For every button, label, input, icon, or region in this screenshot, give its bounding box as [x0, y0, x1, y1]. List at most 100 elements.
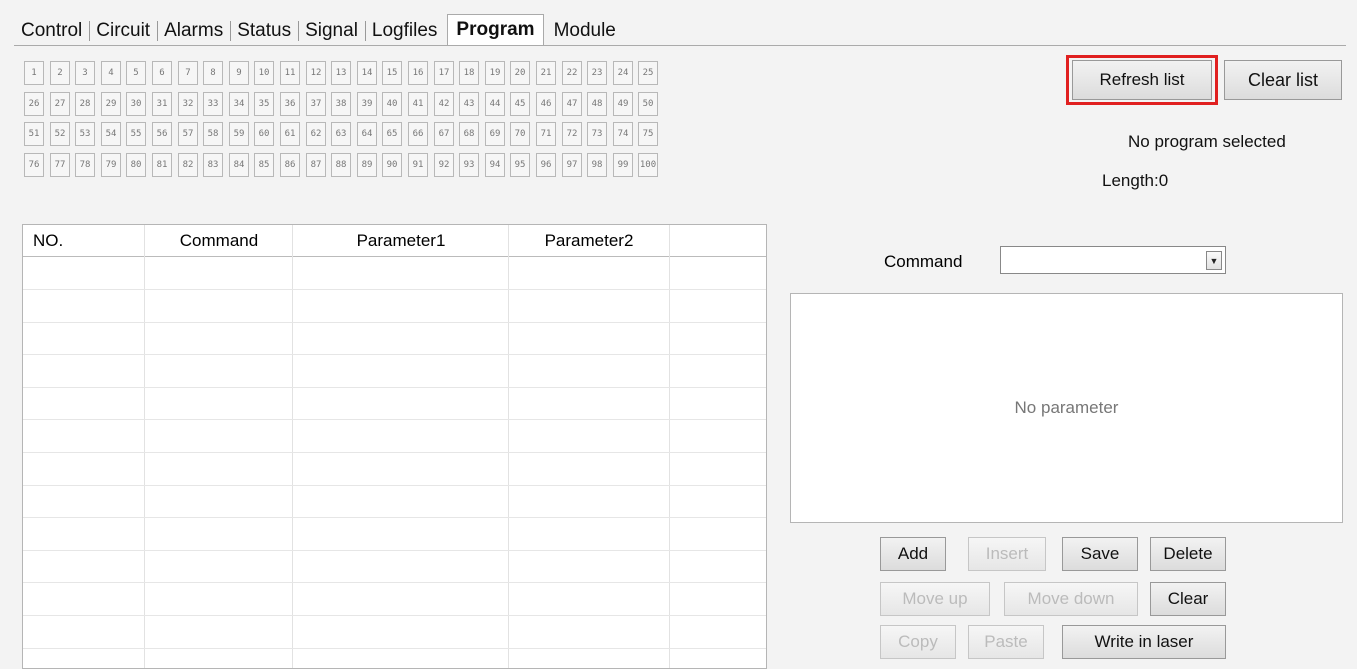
program-slot-button[interactable]: 35 [254, 92, 274, 116]
program-slot-button[interactable]: 71 [536, 122, 556, 146]
program-slot-button[interactable]: 59 [229, 122, 249, 146]
program-slot-button[interactable]: 55 [126, 122, 146, 146]
program-slot-button[interactable]: 28 [75, 92, 95, 116]
program-slot-button[interactable]: 90 [382, 153, 402, 177]
program-slot-button[interactable]: 79 [101, 153, 121, 177]
program-slot-button[interactable]: 26 [24, 92, 44, 116]
program-slot-button[interactable]: 95 [510, 153, 530, 177]
program-slot-button[interactable]: 46 [536, 92, 556, 116]
chevron-down-icon[interactable]: ▼ [1206, 251, 1222, 270]
program-slot-button[interactable]: 38 [331, 92, 351, 116]
program-slot-button[interactable]: 74 [613, 122, 633, 146]
program-slot-button[interactable]: 78 [75, 153, 95, 177]
program-slot-button[interactable]: 20 [510, 61, 530, 85]
program-slot-button[interactable]: 97 [562, 153, 582, 177]
program-slot-button[interactable]: 66 [408, 122, 428, 146]
program-slot-button[interactable]: 1 [24, 61, 44, 85]
program-slot-button[interactable]: 82 [178, 153, 198, 177]
program-slot-button[interactable]: 41 [408, 92, 428, 116]
program-slot-button[interactable]: 9 [229, 61, 249, 85]
program-slot-button[interactable]: 84 [229, 153, 249, 177]
tab-circuit[interactable]: Circuit [89, 16, 157, 46]
program-slot-button[interactable]: 4 [101, 61, 121, 85]
move-down-button[interactable]: Move down [1004, 582, 1138, 616]
program-table[interactable]: NO. Command Parameter1 Parameter2 [22, 224, 767, 669]
program-slot-button[interactable]: 64 [357, 122, 377, 146]
program-slot-button[interactable]: 81 [152, 153, 172, 177]
program-slot-button[interactable]: 6 [152, 61, 172, 85]
program-slot-button[interactable]: 21 [536, 61, 556, 85]
program-slot-button[interactable]: 37 [306, 92, 326, 116]
program-slot-button[interactable]: 76 [24, 153, 44, 177]
program-slot-button[interactable]: 30 [126, 92, 146, 116]
program-slot-button[interactable]: 72 [562, 122, 582, 146]
program-slot-button[interactable]: 24 [613, 61, 633, 85]
program-slot-button[interactable]: 62 [306, 122, 326, 146]
program-slot-button[interactable]: 53 [75, 122, 95, 146]
program-slot-button[interactable]: 29 [101, 92, 121, 116]
program-slot-button[interactable]: 7 [178, 61, 198, 85]
program-slot-button[interactable]: 8 [203, 61, 223, 85]
tab-logfiles[interactable]: Logfiles [364, 16, 445, 46]
save-button[interactable]: Save [1062, 537, 1138, 571]
program-slot-button[interactable]: 70 [510, 122, 530, 146]
tab-alarms[interactable]: Alarms [157, 16, 230, 46]
tab-control[interactable]: Control [14, 16, 89, 46]
program-slot-button[interactable]: 36 [280, 92, 300, 116]
program-slot-button[interactable]: 96 [536, 153, 556, 177]
program-slot-button[interactable]: 83 [203, 153, 223, 177]
program-slot-button[interactable]: 49 [613, 92, 633, 116]
program-slot-button[interactable]: 13 [331, 61, 351, 85]
program-slot-button[interactable]: 93 [459, 153, 479, 177]
program-slot-button[interactable]: 5 [126, 61, 146, 85]
program-slot-button[interactable]: 85 [254, 153, 274, 177]
program-slot-button[interactable]: 19 [485, 61, 505, 85]
program-slot-button[interactable]: 17 [434, 61, 454, 85]
program-slot-button[interactable]: 57 [178, 122, 198, 146]
program-slot-button[interactable]: 2 [50, 61, 70, 85]
program-slot-button[interactable]: 16 [408, 61, 428, 85]
program-slot-button[interactable]: 87 [306, 153, 326, 177]
program-slot-button[interactable]: 51 [24, 122, 44, 146]
program-slot-button[interactable]: 75 [638, 122, 658, 146]
program-slot-button[interactable]: 69 [485, 122, 505, 146]
program-slot-button[interactable]: 91 [408, 153, 428, 177]
program-slot-button[interactable]: 94 [485, 153, 505, 177]
program-slot-button[interactable]: 99 [613, 153, 633, 177]
program-slot-button[interactable]: 32 [178, 92, 198, 116]
clear-list-button[interactable]: Clear list [1224, 60, 1342, 100]
program-slot-button[interactable]: 39 [357, 92, 377, 116]
program-slot-button[interactable]: 23 [587, 61, 607, 85]
program-slot-button[interactable]: 18 [459, 61, 479, 85]
program-slot-button[interactable]: 73 [587, 122, 607, 146]
program-slot-button[interactable]: 92 [434, 153, 454, 177]
program-slot-button[interactable]: 88 [331, 153, 351, 177]
program-slot-button[interactable]: 27 [50, 92, 70, 116]
program-slot-button[interactable]: 44 [485, 92, 505, 116]
program-slot-button[interactable]: 10 [254, 61, 274, 85]
tab-signal[interactable]: Signal [298, 16, 365, 46]
program-slot-button[interactable]: 67 [434, 122, 454, 146]
clear-button[interactable]: Clear [1150, 582, 1226, 616]
program-slot-button[interactable]: 42 [434, 92, 454, 116]
paste-button[interactable]: Paste [968, 625, 1044, 659]
program-slot-button[interactable]: 54 [101, 122, 121, 146]
insert-button[interactable]: Insert [968, 537, 1046, 571]
program-slot-button[interactable]: 98 [587, 153, 607, 177]
program-slot-button[interactable]: 77 [50, 153, 70, 177]
program-slot-button[interactable]: 80 [126, 153, 146, 177]
program-slot-button[interactable]: 56 [152, 122, 172, 146]
program-slot-button[interactable]: 58 [203, 122, 223, 146]
program-slot-button[interactable]: 60 [254, 122, 274, 146]
program-slot-button[interactable]: 50 [638, 92, 658, 116]
program-slot-button[interactable]: 86 [280, 153, 300, 177]
program-slot-button[interactable]: 15 [382, 61, 402, 85]
program-slot-button[interactable]: 25 [638, 61, 658, 85]
copy-button[interactable]: Copy [880, 625, 956, 659]
tab-status[interactable]: Status [230, 16, 298, 46]
program-slot-button[interactable]: 34 [229, 92, 249, 116]
program-slot-button[interactable]: 61 [280, 122, 300, 146]
program-slot-button[interactable]: 14 [357, 61, 377, 85]
program-slot-button[interactable]: 45 [510, 92, 530, 116]
program-slot-button[interactable]: 22 [562, 61, 582, 85]
